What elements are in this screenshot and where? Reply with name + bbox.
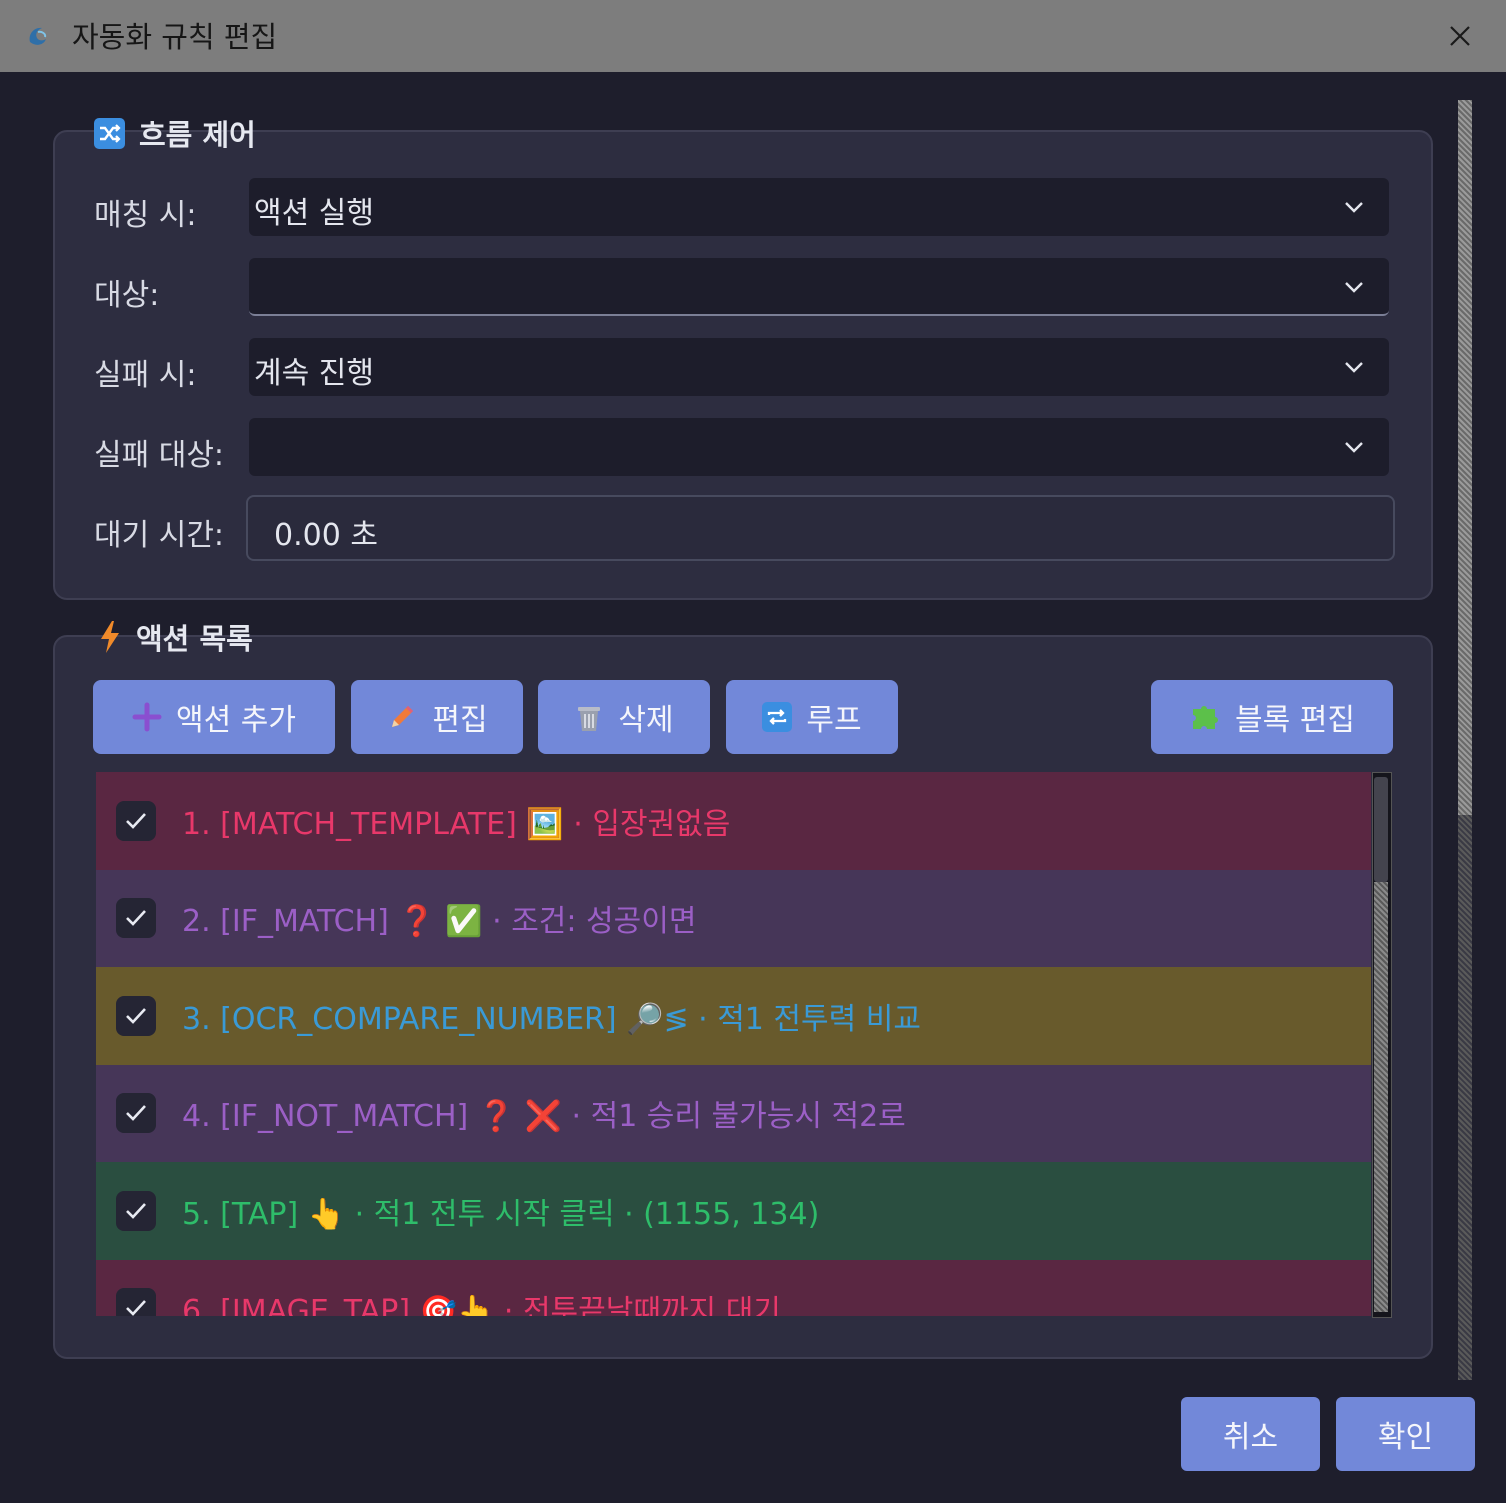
repeat-icon [762,702,793,732]
block-edit-label: 블록 편집 [1235,703,1355,738]
check-icon [126,1105,146,1122]
action-checkbox[interactable] [116,1190,156,1231]
action-checkbox[interactable] [116,800,156,841]
on-fail-value: 계속 진행 [254,356,374,391]
action-row-text: 6. [IMAGE_TAP] 🎯👆 · 전투끝날때까지 대기 [182,1294,781,1316]
action-list-scrollbar-thumb[interactable] [1374,777,1388,882]
close-icon[interactable] [1440,16,1480,56]
window-title: 자동화 규칙 편집 [72,20,278,54]
action-row[interactable]: 6. [IMAGE_TAP] 🎯👆 · 전투끝날때까지 대기 [96,1259,1371,1316]
flow-control-label: 흐름 제어 [139,118,256,152]
delete-button[interactable]: 삭제 [538,680,710,754]
chevron-down-icon [1345,202,1363,213]
shuffle-icon [94,117,125,149]
edit-button[interactable]: 편집 [351,680,523,754]
action-checkbox[interactable] [116,995,156,1036]
wait-time-value: 0.00 초 [274,518,378,553]
chevron-down-icon [1345,442,1363,453]
action-list[interactable]: 1. [MATCH_TEMPLATE] 🖼️ · 입장권없음 2. [IF_MAT… [96,772,1371,1316]
action-row[interactable]: 5. [TAP] 👆 · 적1 전투 시작 클릭 · (1155, 134) [96,1162,1371,1260]
action-row[interactable]: 1. [MATCH_TEMPLATE] 🖼️ · 입장권없음 [96,772,1371,870]
loop-label: 루프 [806,703,862,738]
on-fail-label: 실패 시: [94,358,197,393]
target-select[interactable] [249,258,1389,316]
action-row[interactable]: 4. [IF_NOT_MATCH] ❓ ❌ · 적1 승리 불가능시 적2로 [96,1064,1371,1162]
delete-label: 삭제 [618,703,674,738]
target-label: 대상: [94,278,160,313]
lightning-icon [101,621,119,653]
flow-control-title: 흐름 제어 [94,112,256,154]
action-checkbox[interactable] [116,898,156,939]
on-fail-select[interactable]: 계속 진행 [249,338,1389,396]
action-row[interactable]: 3. [OCR_COMPARE_NUMBER] 🔎≶ · 적1 전투력 비교 [96,967,1371,1065]
plus-icon [132,702,162,732]
chevron-down-icon [1345,362,1363,373]
add-action-button[interactable]: 액션 추가 [93,680,335,754]
action-row-text: 5. [TAP] 👆 · 적1 전투 시작 클릭 · (1155, 134) [182,1196,820,1232]
on-match-label: 매칭 시: [94,198,197,233]
app-icon [29,27,47,45]
add-action-label: 액션 추가 [176,703,296,738]
pencil-icon [392,706,414,727]
action-checkbox[interactable] [116,1288,156,1316]
action-list-label: 액션 목록 [136,622,253,656]
fail-target-select[interactable] [249,418,1389,476]
on-match-value: 액션 실행 [254,196,374,231]
check-icon [126,1300,146,1316]
action-row-text: 3. [OCR_COMPARE_NUMBER] 🔎≶ · 적1 전투력 비교 [182,1001,921,1037]
block-edit-button[interactable]: 블록 편집 [1151,680,1393,754]
fail-target-label: 실패 대상: [94,438,225,473]
check-icon [126,1202,146,1219]
action-list-title: 액션 목록 [98,616,253,658]
loop-button[interactable]: 루프 [726,680,898,754]
check-icon [126,812,146,829]
on-match-select[interactable]: 액션 실행 [249,178,1389,236]
action-row-text: 2. [IF_MATCH] ❓ ✅ · 조건: 성공이면 [182,904,697,940]
cancel-button[interactable]: 취소 [1181,1397,1320,1471]
ok-button[interactable]: 확인 [1336,1397,1475,1471]
puzzle-icon [1193,706,1219,729]
action-list-scrollbar-track[interactable] [1374,882,1388,1312]
wait-time-label: 대기 시간: [94,518,225,553]
chevron-down-icon [1345,282,1363,293]
action-checkbox[interactable] [116,1093,156,1134]
edit-label: 편집 [432,703,488,738]
title-bar: 자동화 규칙 편집 [0,0,1506,72]
check-icon [126,910,146,927]
action-row-text: 1. [MATCH_TEMPLATE] 🖼️ · 입장권없음 [182,806,731,842]
dialog-scrollbar-thumb[interactable] [1458,100,1472,815]
check-icon [126,1007,146,1024]
action-row-text: 4. [IF_NOT_MATCH] ❓ ❌ · 적1 승리 불가능시 적2로 [182,1099,906,1135]
wait-time-spinbox[interactable]: 0.00 초 [246,495,1395,561]
action-row[interactable]: 2. [IF_MATCH] ❓ ✅ · 조건: 성공이면 [96,869,1371,967]
trash-icon [578,707,601,731]
